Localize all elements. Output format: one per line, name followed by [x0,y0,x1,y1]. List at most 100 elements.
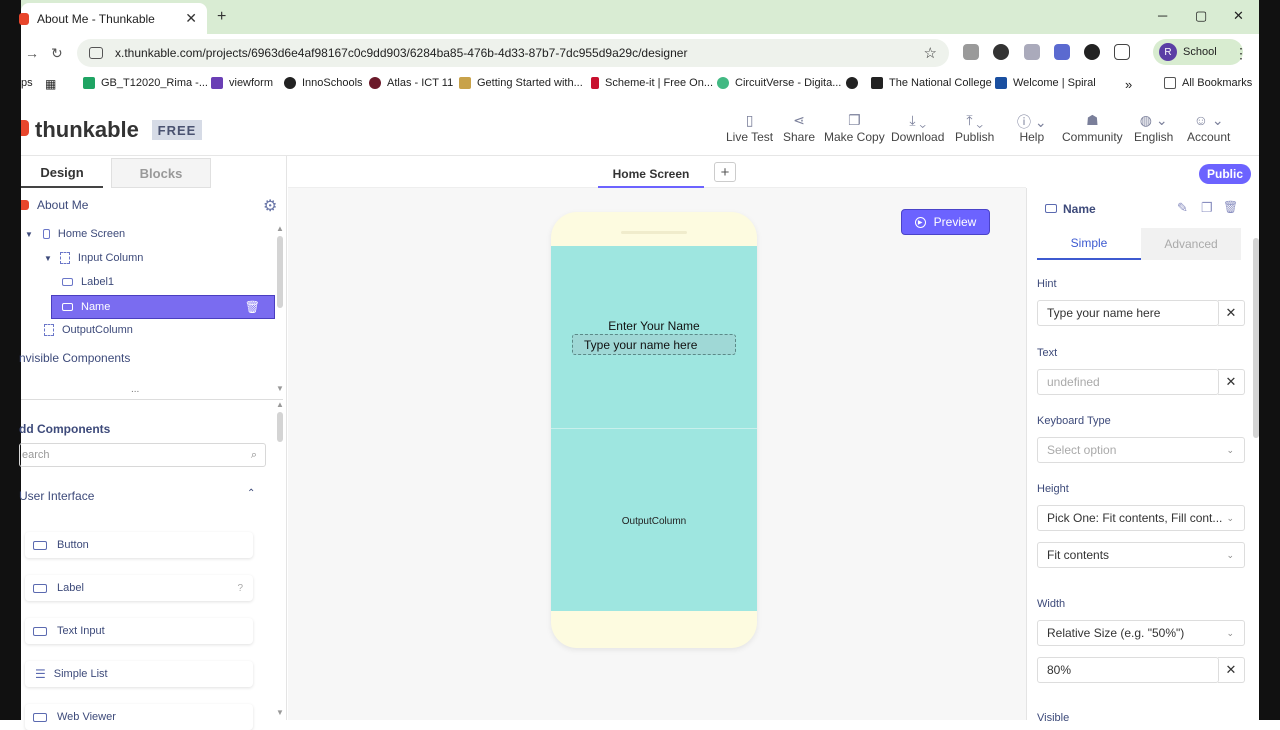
app-logo[interactable]: thunkable [35,117,139,143]
width-value-field[interactable]: 80% [1037,657,1219,683]
make-copy-button[interactable]: ❐ Make Copy [824,112,885,144]
name-text-input-preview[interactable]: Type your name here [572,334,736,355]
reload-icon[interactable]: ↻ [51,45,63,62]
more-bookmarks-icon[interactable]: » [1125,77,1132,92]
component-button[interactable]: Button [25,532,253,558]
hint-field[interactable]: Type your name here [1037,300,1219,326]
menu-dots-icon[interactable]: ⋮ [1234,45,1248,62]
tree-label1[interactable]: Label1 [62,276,114,288]
new-tab-button[interactable]: + [217,8,226,26]
live-test-button[interactable]: ▯ Live Test [726,112,773,144]
account-button[interactable]: ☺ ⌄ Account [1187,112,1230,144]
bookmark-item[interactable]: ps [21,77,33,89]
width-mode-select[interactable]: Relative Size (e.g. "50%") ⌄ [1037,620,1245,646]
component-text-input[interactable]: Text Input [25,618,253,644]
apps-grid-icon[interactable]: ▦ [45,77,56,91]
bookmark-item[interactable]: The National College [871,77,992,89]
shield-extension-icon[interactable] [1024,44,1040,60]
input-column[interactable]: Enter Your Name Type your name here [551,246,757,429]
bookmark-item[interactable]: viewform [211,77,273,89]
project-item[interactable]: About Me [21,198,88,212]
clear-width-icon[interactable]: ✕ [1218,657,1245,683]
collapse-icon[interactable]: ▼ [25,230,33,239]
share-button[interactable]: ⋖ Share [783,112,815,144]
divider[interactable] [21,399,283,400]
language-button[interactable]: ◍ ⌄ English [1134,112,1173,144]
height-mode-select[interactable]: Pick One: Fit contents, Fill cont... ⌄ [1037,505,1245,531]
window-close-icon[interactable]: ✕ [1233,8,1244,24]
delete-icon[interactable]: 🗑 [245,300,260,314]
chevron-up-icon[interactable]: ⌃ [247,488,255,499]
edit-icon[interactable]: ✎ [1177,200,1188,216]
text-field[interactable]: undefined [1037,369,1219,395]
site-info-icon[interactable] [89,47,103,59]
bookmark-item[interactable]: Atlas - ICT 11 [369,77,453,89]
publish-button[interactable]: ⤒ ⌄ Publish [955,112,994,144]
close-tab-icon[interactable]: ✕ [185,10,197,27]
scroll-up-icon[interactable]: ▲ [276,224,284,233]
browser-tab[interactable]: About Me - Thunkable ✕ [19,3,207,34]
url-field[interactable]: x.thunkable.com/projects/6963d6e4af98167… [77,39,949,67]
components-scrollbar[interactable] [277,412,283,442]
circle-extension-icon[interactable] [1084,44,1100,60]
tree-input-column[interactable]: ▼ Input Column [44,252,143,264]
label-icon [33,583,47,593]
scroll-up-icon[interactable]: ▲ [276,400,284,409]
component-label[interactable]: Label? [25,575,253,601]
search-icon[interactable]: ⌕ [251,449,257,462]
extension-icon[interactable] [963,44,979,60]
chevron-down-icon: ⌄ [1226,444,1234,455]
properties-scrollbar[interactable] [1253,238,1259,438]
component-search-input[interactable]: earch ⌕ [19,443,266,467]
scroll-down-icon[interactable]: ▼ [276,708,284,717]
keyboard-type-select[interactable]: Select option ⌄ [1037,437,1245,463]
add-screen-button[interactable]: + [714,162,736,182]
all-bookmarks[interactable]: All Bookmarks [1164,77,1252,89]
column-icon [59,252,70,264]
bookmark-item[interactable]: Getting Started with... [459,77,583,89]
maximize-icon[interactable]: ▢ [1195,8,1207,24]
clear-hint-icon[interactable]: ✕ [1218,300,1245,326]
tree-name-selected[interactable]: Name 🗑 [51,295,275,319]
settings-gear-icon[interactable]: ⚙ [263,196,277,216]
help-button[interactable]: ⓘ ⌄ Help [1017,112,1047,144]
delete-icon[interactable]: 🗑 [1223,200,1238,214]
collapse-icon[interactable]: ▼ [44,254,52,263]
tab-home-screen[interactable]: Home Screen [598,162,704,188]
bookmark-item[interactable] [846,77,864,89]
tree-scrollbar[interactable] [277,236,283,308]
bookmark-item[interactable]: CircuitVerse - Digita... [717,77,841,89]
help-circle-icon[interactable]: ? [237,583,243,594]
ui-section-heading[interactable]: User Interface [19,489,94,503]
public-badge[interactable]: Public [1199,164,1251,184]
tree-output-column[interactable]: OutputColumn [44,324,133,336]
minimize-icon[interactable]: ─ [1158,8,1167,23]
duplicate-icon[interactable]: ❐ [1201,200,1213,216]
tab-simple[interactable]: Simple [1037,228,1141,260]
component-web-viewer[interactable]: Web Viewer [25,704,253,730]
bookmark-item[interactable]: InnoSchools [284,77,363,89]
scissors-extension-icon[interactable] [993,44,1009,60]
forward-icon[interactable]: → [25,45,39,61]
tree-home-screen[interactable]: ▼ Home Screen [25,228,125,240]
bookmark-item[interactable]: GB_T12020_Rima -... [83,77,208,89]
preview-button[interactable]: ▶ Preview [901,209,990,235]
tab-design[interactable]: Design [21,158,103,188]
profile-chip[interactable]: R School [1153,39,1243,65]
bookmark-item[interactable]: Welcome | Spiral [995,77,1096,89]
tab-blocks[interactable]: Blocks [111,158,211,188]
output-column[interactable]: OutputColumn [551,429,757,611]
invisible-components-heading[interactable]: nvisible Components [19,351,130,365]
bookmark-star-icon[interactable]: ☆ [924,44,937,62]
ext-badge-icon[interactable] [1054,44,1070,60]
component-simple-list[interactable]: ☰ Simple List [25,661,253,687]
label1-preview[interactable]: Enter Your Name [551,319,757,333]
height-value-select[interactable]: Fit contents ⌄ [1037,542,1245,568]
clear-text-icon[interactable]: ✕ [1218,369,1245,395]
bookmark-item[interactable]: Scheme-it | Free On... [591,77,713,89]
download-button[interactable]: ⤓ ⌄ Download [891,112,944,144]
puzzle-icon[interactable] [1114,44,1130,60]
scroll-down-icon[interactable]: ▼ [276,384,284,393]
tab-advanced[interactable]: Advanced [1141,228,1241,260]
community-button[interactable]: ☗ Community [1062,112,1123,144]
